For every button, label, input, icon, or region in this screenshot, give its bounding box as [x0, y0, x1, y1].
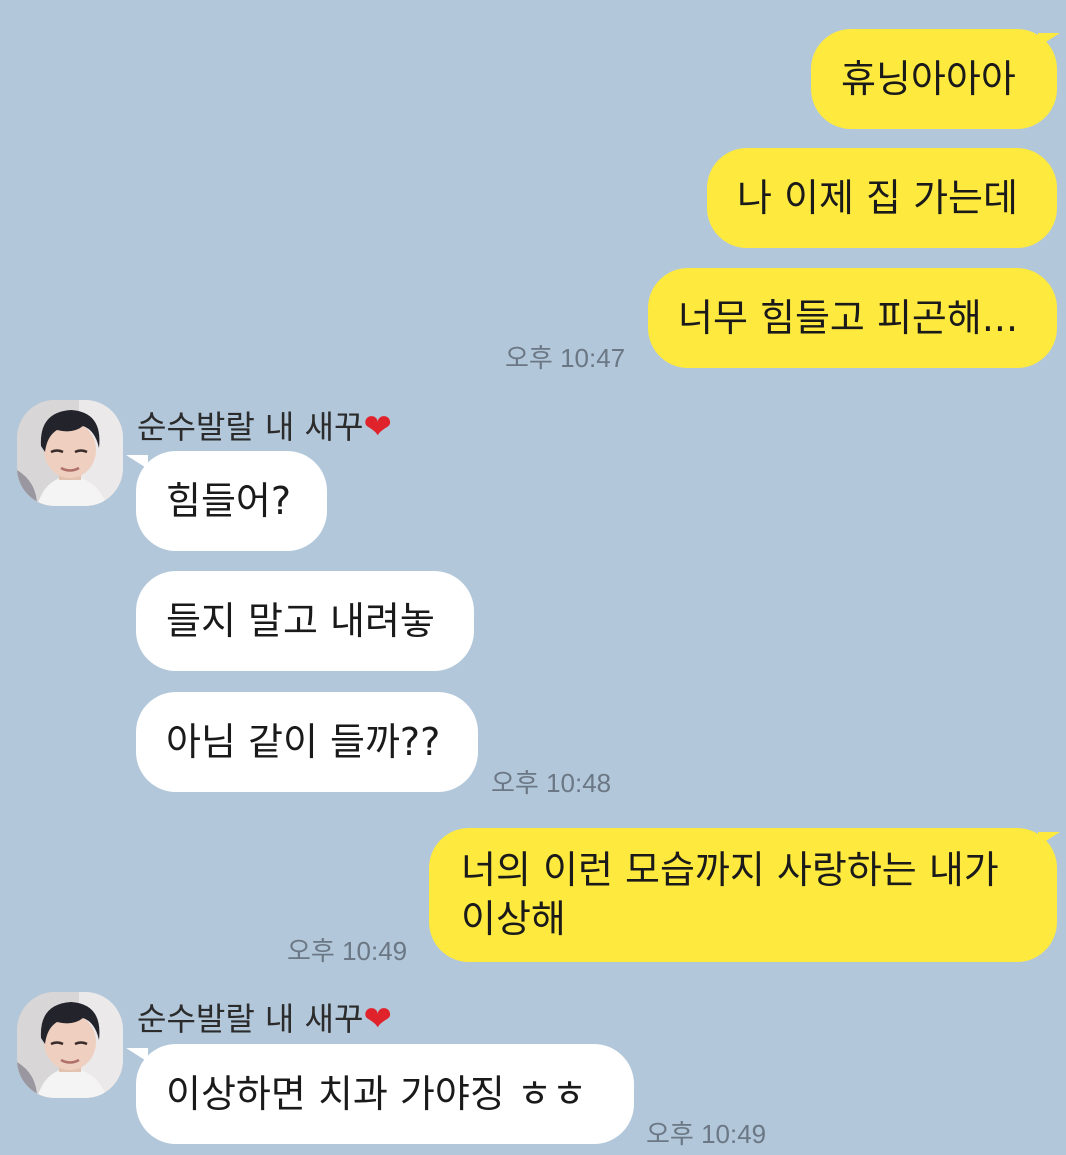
message-timestamp: 오후 10:49: [287, 936, 408, 966]
message-text: 힘들어?: [166, 479, 292, 523]
message-text: 들지 말고 내려놓: [166, 599, 435, 643]
my-message-bubble[interactable]: 너무 힘들고 피곤해...: [648, 268, 1057, 368]
my-message-bubble[interactable]: 너의 이런 모습까지 사랑하는 내가 이상해: [429, 828, 1057, 962]
heart-icon: ❤: [363, 999, 392, 1039]
their-message-bubble[interactable]: 들지 말고 내려놓: [136, 571, 474, 671]
message-timestamp: 오후 10:47: [505, 343, 626, 373]
avatar-icon: [17, 400, 123, 506]
sender-name: 순수발랄 내 새꾸❤: [137, 999, 392, 1039]
profile-avatar[interactable]: [17, 400, 123, 506]
message-text: 이상하면 치과 가야징 ㅎㅎ: [166, 1072, 587, 1116]
their-message-bubble[interactable]: 이상하면 치과 가야징 ㅎㅎ: [136, 1044, 634, 1144]
message-text: 너무 힘들고 피곤해...: [678, 296, 1019, 340]
my-message-bubble[interactable]: 휴닝아아아: [811, 29, 1057, 129]
their-message-bubble[interactable]: 아님 같이 들까??: [136, 692, 478, 792]
my-message-bubble[interactable]: 나 이제 집 가는데: [707, 148, 1057, 248]
avatar-icon: [17, 992, 123, 1098]
sender-name: 순수발랄 내 새꾸❤: [137, 407, 392, 447]
message-text-line: 이상해: [461, 897, 566, 941]
message-text: 아님 같이 들까??: [166, 720, 441, 764]
message-timestamp: 오후 10:49: [646, 1119, 767, 1149]
message-text: 휴닝아아아: [841, 57, 1016, 101]
message-text-line: 너의 이런 모습까지 사랑하는 내가: [461, 848, 999, 892]
their-message-bubble[interactable]: 힘들어?: [136, 451, 327, 551]
message-timestamp: 오후 10:48: [491, 768, 612, 798]
profile-avatar[interactable]: [17, 992, 123, 1098]
message-text: 나 이제 집 가는데: [737, 176, 1018, 220]
heart-icon: ❤: [363, 407, 392, 447]
